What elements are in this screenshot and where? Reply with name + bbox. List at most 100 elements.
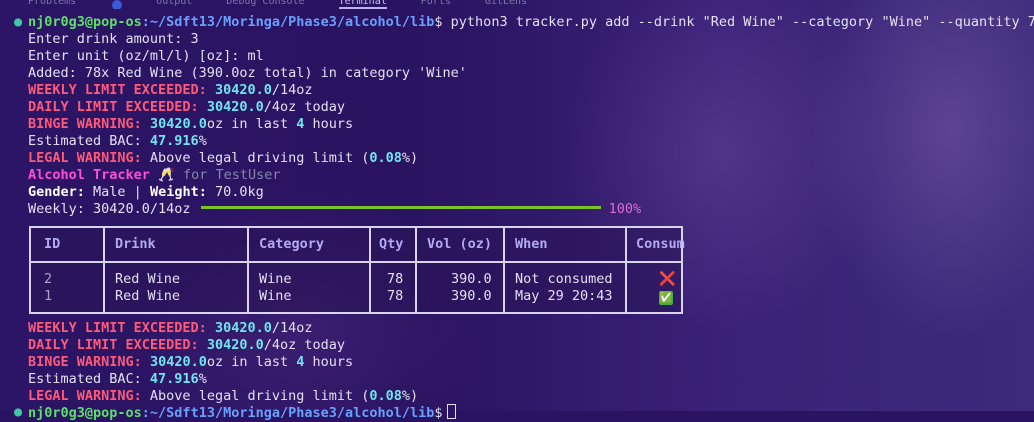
tab-gitlens[interactable]: GitLens xyxy=(485,0,527,9)
legal-end: %) xyxy=(401,150,419,166)
tracker-header: Alcohol Tracker 🥂 for TestUser xyxy=(28,167,281,184)
tab-output[interactable]: Output xyxy=(156,0,192,9)
column-divider xyxy=(415,228,417,312)
column-divider xyxy=(503,228,505,312)
input-unit-line: Enter unit (oz/ml/l) [oz]: ml xyxy=(28,48,264,64)
header-category: Category xyxy=(259,236,325,252)
legal-warning: LEGAL WARNING: Above legal driving limit… xyxy=(28,150,418,167)
column-divider xyxy=(103,228,105,312)
legal-end: %) xyxy=(401,388,419,404)
weekly-value: 30420.0 xyxy=(214,82,272,98)
header-vol: Vol (oz) xyxy=(427,236,493,252)
drinks-table: ID Drink Category Qty Vol (oz) When Cons… xyxy=(29,226,685,314)
tracker-user: for TestUser xyxy=(183,167,281,183)
input-amount-line: Enter drink amount: 3 xyxy=(28,31,199,47)
row-when: Not consumed xyxy=(515,271,613,287)
row-category: Wine xyxy=(259,288,292,304)
binge-value: 30420.0 xyxy=(149,116,207,132)
column-divider xyxy=(247,228,249,312)
binge-value: 30420.0 xyxy=(149,354,207,370)
gender-value: Male | xyxy=(84,184,150,200)
daily-limit-warning: DAILY LIMIT EXCEEDED: 30420.0/4oz today xyxy=(28,99,345,116)
row-id: 2 xyxy=(44,271,53,287)
legal-label: LEGAL WARNING: xyxy=(28,388,142,404)
prompt-symbol: $ xyxy=(434,14,443,30)
panel-tab-bar: Problems Output Debug Console Terminal P… xyxy=(0,0,1034,9)
column-divider xyxy=(369,228,371,312)
prompt-user-host: nj0r0g3@pop-os xyxy=(28,405,142,421)
tracker-title: Alcohol Tracker xyxy=(28,167,150,183)
bac-unit: % xyxy=(198,133,207,149)
weekly-progress-bar xyxy=(200,206,601,209)
bac-label: Estimated BAC: xyxy=(28,133,150,149)
header-qty: Qty xyxy=(379,236,404,252)
prompt-path: :~/Sdft13/Moringa/Phase3/alcohol/lib xyxy=(141,14,435,30)
weekly-limit-warning: WEEKLY LIMIT EXCEEDED: 30420.0/14oz xyxy=(28,82,313,99)
prompt-indicator-icon: ● xyxy=(14,404,23,420)
legal-label: LEGAL WARNING: xyxy=(28,150,142,166)
prompt-user-host: nj0r0g3@pop-os xyxy=(28,14,142,30)
header-when: When xyxy=(515,236,548,252)
header-drink: Drink xyxy=(115,236,156,252)
bac-value: 47.916 xyxy=(149,371,199,387)
cross-mark-icon: ❌ xyxy=(659,271,676,287)
weight-unit: kg xyxy=(247,184,264,200)
bac-estimate: Estimated BAC: 47.916% xyxy=(28,133,207,150)
legal-value: 0.08 xyxy=(369,150,402,166)
weekly-limit: /14oz xyxy=(271,82,313,98)
weekly-limit-warning: WEEKLY LIMIT EXCEEDED: 30420.0/14oz xyxy=(28,320,313,337)
binge-mid: oz in last xyxy=(206,354,297,370)
command-text: python3 tracker.py add --drink "Red Wine… xyxy=(442,14,1034,30)
weekly-limit: /14oz xyxy=(271,320,313,336)
weight-value: 70.0 xyxy=(206,184,248,200)
legal-text: Above legal driving limit ( xyxy=(141,388,370,404)
weekly-progress-text: Weekly: 30420.0/14oz xyxy=(28,201,191,217)
header-consumed: Consum xyxy=(636,236,685,252)
legal-text: Above legal driving limit ( xyxy=(141,150,370,166)
tab-debug-console[interactable]: Debug Console xyxy=(226,0,304,9)
header-id: ID xyxy=(44,236,61,252)
weekly-label: WEEKLY LIMIT EXCEEDED: xyxy=(28,82,207,98)
final-prompt-line[interactable]: nj0r0g3@pop-os:~/Sdft13/Moringa/Phase3/a… xyxy=(28,404,456,421)
legal-value: 0.08 xyxy=(369,388,402,404)
daily-value: 30420.0 xyxy=(206,99,264,115)
problems-count-badge xyxy=(112,0,123,9)
check-mark-glyph: ✅ xyxy=(659,291,673,305)
bac-estimate: Estimated BAC: 47.916% xyxy=(28,371,207,388)
clinking-glasses-icon: 🥂 xyxy=(158,167,175,183)
weekly-progress-line: Weekly: 30420.0/14oz 100% xyxy=(28,201,641,218)
gender-label: Gender: xyxy=(28,184,85,200)
row-qty: 78 xyxy=(387,288,404,304)
row-id: 1 xyxy=(44,288,53,304)
weight-label: Weight: xyxy=(149,184,207,200)
added-message: Added: 78x Red Wine (390.0oz total) in c… xyxy=(28,65,467,81)
daily-label: DAILY LIMIT EXCEEDED: xyxy=(28,337,199,353)
daily-limit: /4oz today xyxy=(263,337,346,353)
bac-value: 47.916 xyxy=(149,133,199,149)
daily-limit-warning: DAILY LIMIT EXCEEDED: 30420.0/4oz today xyxy=(28,337,345,354)
legal-warning: LEGAL WARNING: Above legal driving limit… xyxy=(28,388,418,405)
bac-label: Estimated BAC: xyxy=(28,371,150,387)
tab-ports[interactable]: Ports xyxy=(421,0,451,9)
bac-unit: % xyxy=(198,371,207,387)
command-line: nj0r0g3@pop-os:~/Sdft13/Moringa/Phase3/a… xyxy=(28,14,1034,31)
binge-warning: BINGE WARNING: 30420.0oz in last 4 hours xyxy=(28,354,353,371)
row-vol: 390.0 xyxy=(451,271,492,287)
tab-problems[interactable]: Problems xyxy=(28,0,76,9)
row-qty: 78 xyxy=(387,271,404,287)
weekly-progress-fill xyxy=(200,206,601,209)
weekly-progress-percent: 100% xyxy=(608,201,642,217)
binge-label: BINGE WARNING: xyxy=(28,116,142,132)
daily-label: DAILY LIMIT EXCEEDED: xyxy=(28,99,199,115)
binge-warning: BINGE WARNING: 30420.0oz in last 4 hours xyxy=(28,116,353,133)
terminal-cursor xyxy=(446,404,456,419)
daily-limit: /4oz today xyxy=(263,99,346,115)
check-mark-icon: ✅ xyxy=(659,289,673,306)
row-drink: Red Wine xyxy=(115,271,181,287)
binge-label: BINGE WARNING: xyxy=(28,354,142,370)
row-when: May 29 20:43 xyxy=(515,288,613,304)
row-drink: Red Wine xyxy=(115,288,181,304)
tab-terminal[interactable]: Terminal xyxy=(338,0,387,9)
binge-tail: hours xyxy=(304,354,354,370)
prompt-indicator-icon: ● xyxy=(14,14,23,30)
